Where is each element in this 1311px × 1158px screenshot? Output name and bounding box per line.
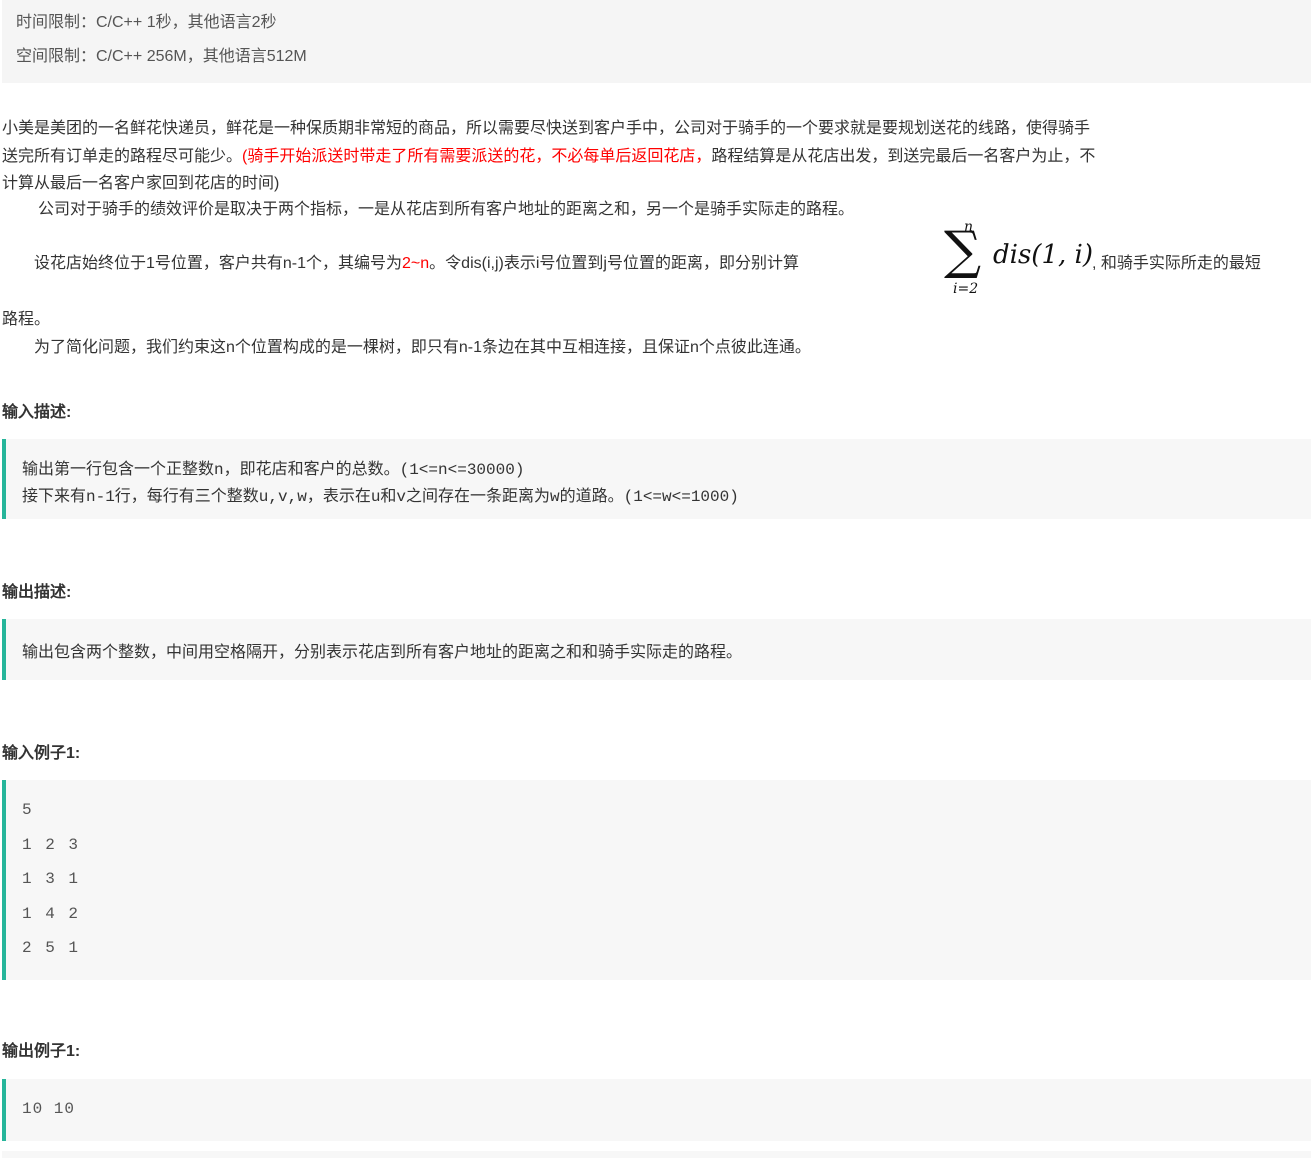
- code-line: 1 2 3: [22, 836, 81, 854]
- description-para-2: 公司对于骑手的绩效评价是取决于两个指标，一是从花店到所有客户地址的距离之和，另一…: [38, 201, 855, 218]
- code-line: 1 4 2: [22, 905, 81, 923]
- example-output-box[interactable]: 10 10: [2, 1079, 1311, 1141]
- description-para-3: 设花店始终位于1号位置，客户共有n-1个，其编号为2~n。令dis(i,j)表示…: [34, 249, 799, 273]
- description-text: 送完所有订单走的路程尽可能少。: [2, 148, 243, 165]
- math-lower-limit: i=2: [953, 281, 979, 297]
- example-input-box[interactable]: 5 1 2 3 1 3 1 1 4 2 2 5 1: [2, 780, 1311, 980]
- space-limit: 空间限制：C/C++ 256M，其他语言512M: [16, 48, 307, 65]
- example-output-heading: 输出例子1:: [2, 1043, 81, 1060]
- description-text: 路程结算是从花店出发，到送完最后一名客户为止，不: [711, 148, 1096, 165]
- next-box-edge: [2, 1151, 1311, 1158]
- code-line: 5: [22, 801, 34, 819]
- description-line-1: 小美是美团的一名鲜花快递员，鲜花是一种保质期非常短的商品，所以需要尽快送到客户手…: [2, 120, 1091, 137]
- code-line: 1 3 1: [22, 870, 81, 888]
- time-limit: 时间限制：C/C++ 1秒，其他语言2秒: [16, 14, 277, 31]
- description-text: 设花店始终位于1号位置，客户共有n-1个，其编号为: [34, 255, 403, 272]
- input-description-line: 输出第一行包含一个正整数n，即花店和客户的总数。(1<=n<=30000): [22, 461, 525, 479]
- description-para-3-tail: , 和骑手实际所走的最短: [1092, 255, 1261, 272]
- output-description-box: 输出包含两个整数，中间用空格隔开，分别表示花店到所有客户地址的距离之和和骑手实际…: [2, 619, 1311, 680]
- input-description-line: 接下来有n-1行，每行有三个整数u,v,w，表示在u和v之间存在一条距离为w的道…: [22, 488, 739, 506]
- code-line: 2 5 1: [22, 939, 81, 957]
- description-highlight: 2~n: [402, 255, 430, 272]
- description-line-3: 计算从最后一名客户家回到花店的时间): [2, 175, 280, 192]
- description-para-3-end: 路程。: [2, 311, 51, 328]
- description-line-2: 送完所有订单走的路程尽可能少。(骑手开始派送时带走了所有需要派送的花，不必每单后…: [2, 142, 1095, 166]
- example-input-heading: 输入例子1:: [2, 745, 81, 762]
- input-description-heading: 输入描述:: [2, 404, 72, 421]
- math-expression: dis(1, i): [993, 240, 1093, 270]
- description-highlight: (骑手开始派送时带走了所有需要派送的花，不必每单后返回花店，: [242, 148, 712, 165]
- limits-panel: 时间限制：C/C++ 1秒，其他语言2秒 空间限制：C/C++ 256M，其他语…: [2, 0, 1311, 83]
- math-sum-symbol: ∑: [944, 221, 982, 281]
- code-line: 10 10: [22, 1100, 76, 1118]
- description-para-4: 为了简化问题，我们约束这n个位置构成的是一棵树，即只有n-1条边在其中互相连接，…: [34, 339, 811, 356]
- output-description-heading: 输出描述:: [2, 584, 72, 601]
- input-description-box: 输出第一行包含一个正整数n，即花店和客户的总数。(1<=n<=30000) 接下…: [2, 439, 1311, 519]
- description-text: 。令dis(i,j)表示i号位置到j号位置的距离，即分别计算: [429, 255, 799, 272]
- output-description-line: 输出包含两个整数，中间用空格隔开，分别表示花店到所有客户地址的距离之和和骑手实际…: [22, 644, 743, 661]
